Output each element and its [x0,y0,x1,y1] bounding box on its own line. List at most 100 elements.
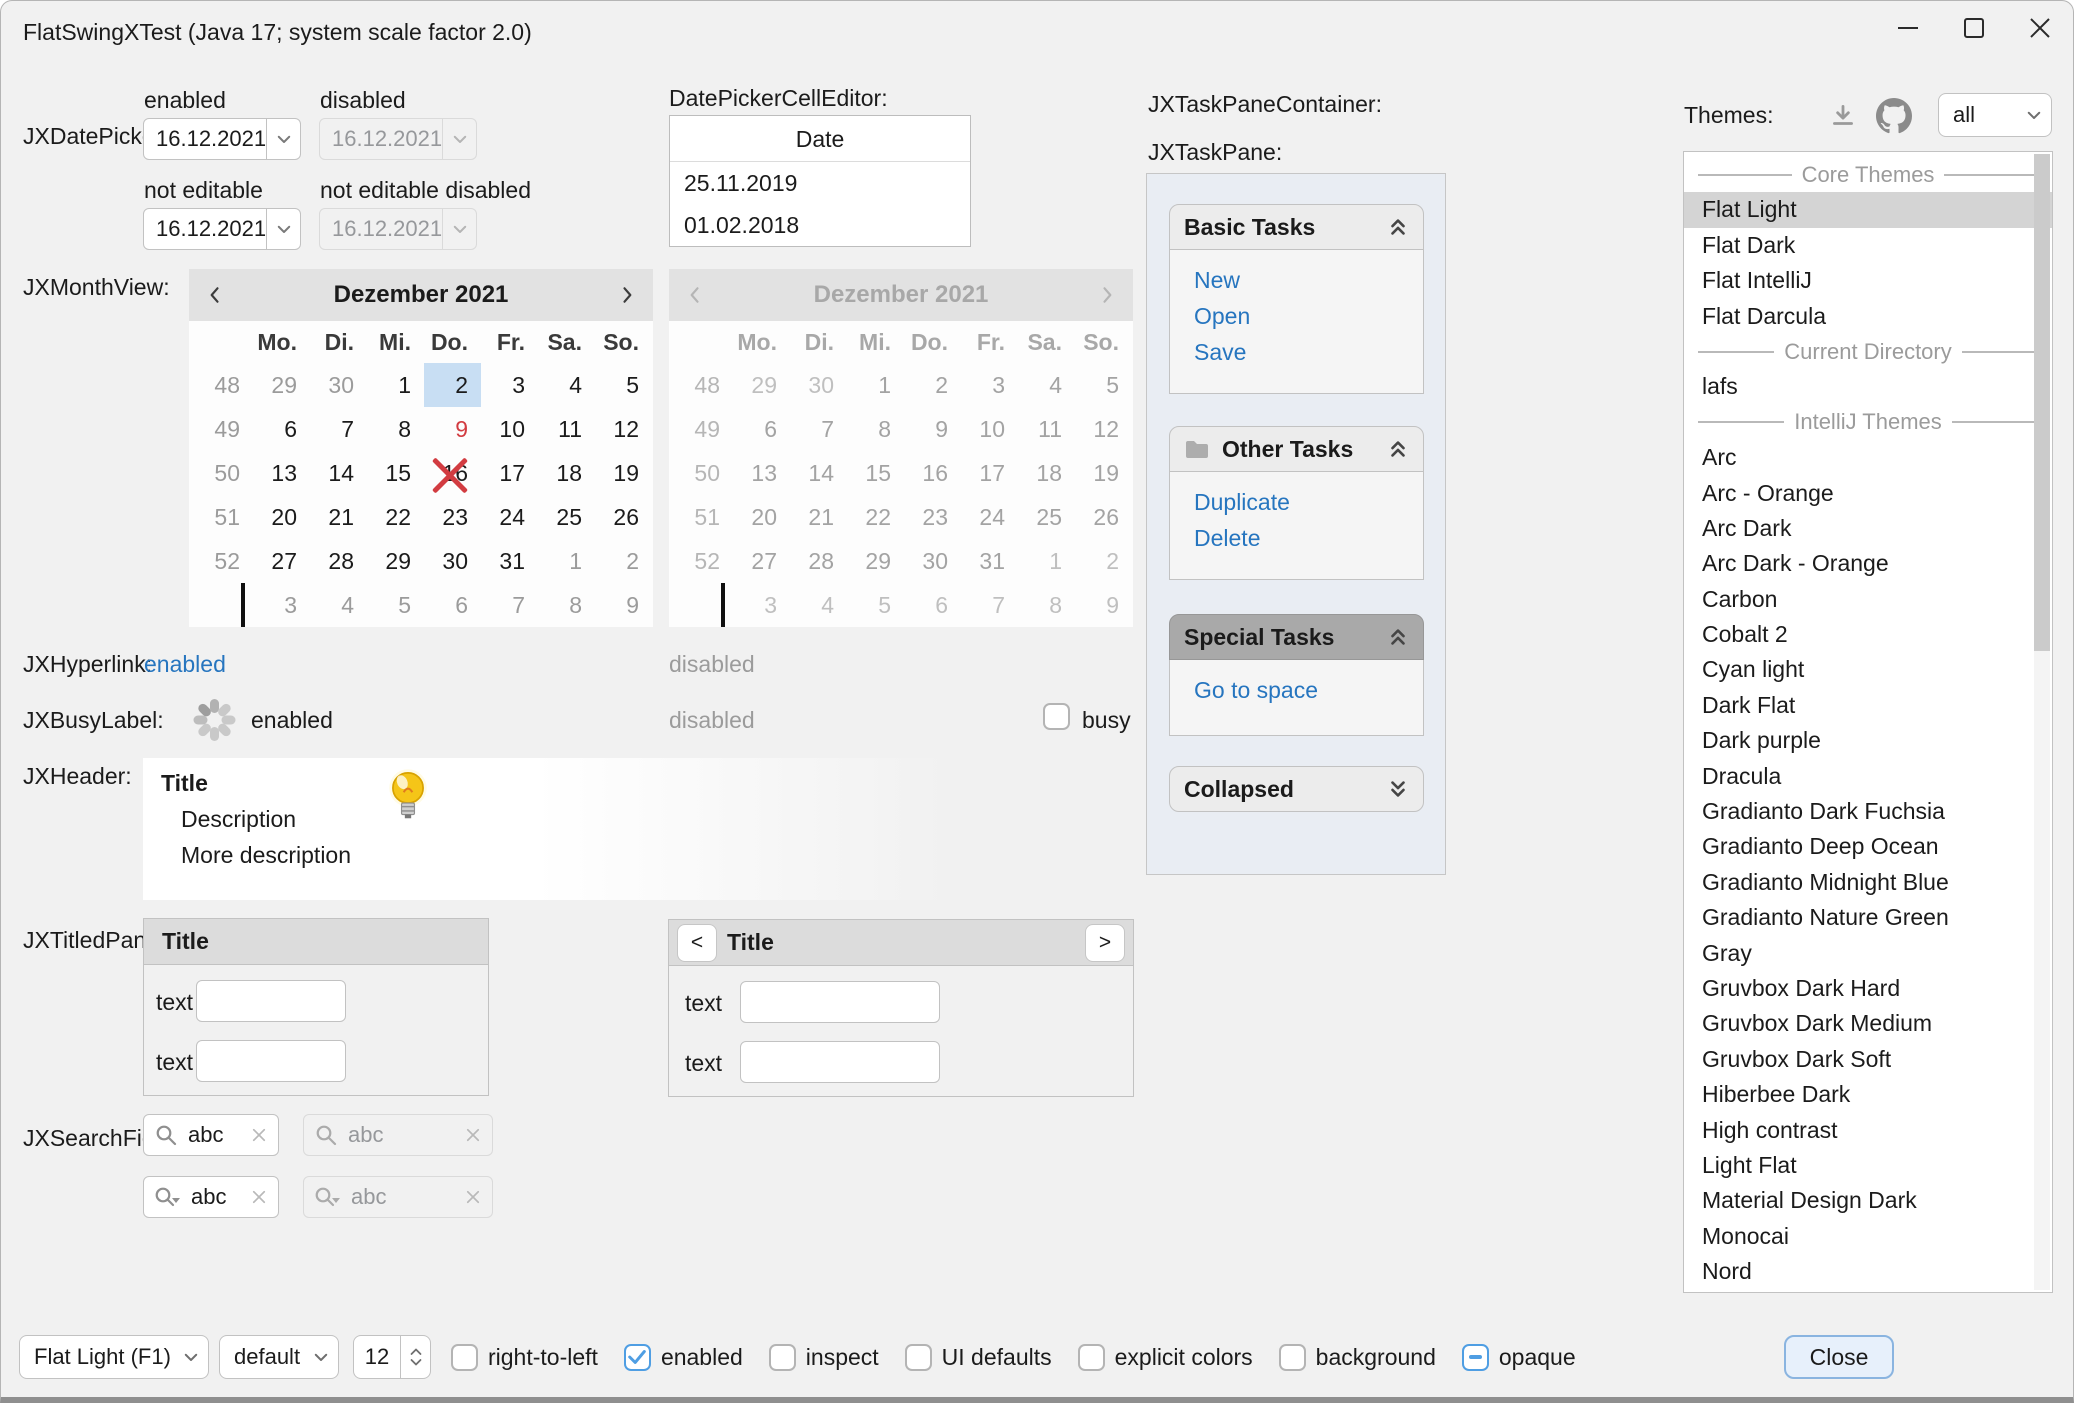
theme-list-item[interactable]: Flat Darcula [1684,299,2052,334]
day-cell[interactable]: 8 [538,583,595,627]
day-cell[interactable]: 7 [481,583,538,627]
checkbox-enabled[interactable] [624,1344,651,1371]
day-number[interactable]: 29 [271,372,297,399]
busy-checkbox[interactable] [1043,703,1070,730]
searchfield-dropdown-enabled[interactable]: abc [143,1176,279,1218]
datepicker-celleditor-table[interactable]: Date 25.11.201901.02.2018 [669,115,971,247]
close-button[interactable]: Close [1784,1335,1894,1379]
day-cell[interactable]: 22 [367,495,424,539]
chevron-down-icon[interactable] [266,209,300,249]
theme-list-item[interactable]: Material Design Dark [1684,1183,2052,1218]
taskpane-group-header[interactable]: Basic Tasks [1169,204,1424,250]
day-cell[interactable]: 3 [481,363,538,407]
day-cell[interactable]: 20 [253,495,310,539]
theme-list-item[interactable]: Light Flat [1684,1148,2052,1183]
day-number[interactable]: 10 [499,416,525,443]
day-cell[interactable]: 6 [424,583,481,627]
titledpanel-prev-button[interactable]: < [677,924,717,962]
theme-list-item[interactable]: Gradianto Midnight Blue [1684,865,2052,900]
taskpane-group-header[interactable]: Other Tasks [1169,426,1424,472]
day-cell[interactable]: 18 [538,451,595,495]
day-cell[interactable]: 25 [538,495,595,539]
day-number[interactable]: 27 [271,548,297,575]
hyperlink-enabled[interactable]: enabled [144,651,226,678]
theme-list-item[interactable]: High contrast [1684,1113,2052,1148]
day-cell[interactable]: 6 [253,407,310,451]
day-number[interactable]: 21 [328,504,354,531]
theme-list-item[interactable]: Carbon [1684,582,2052,617]
checkbox-explicit-colors[interactable] [1078,1344,1105,1371]
day-cell[interactable]: 1 [538,539,595,583]
day-cell[interactable]: 21 [310,495,367,539]
day-number[interactable]: 5 [626,372,639,399]
day-cell[interactable]: 11 [538,407,595,451]
day-number[interactable]: 19 [613,460,639,487]
day-cell[interactable]: 15 [367,451,424,495]
day-number[interactable]: 25 [556,504,582,531]
day-number[interactable]: 4 [569,372,582,399]
theme-filter-combobox[interactable]: all [1938,93,2052,137]
theme-list-item[interactable]: Arc - Orange [1684,476,2052,511]
day-number[interactable]: 30 [328,372,354,399]
day-number[interactable]: 22 [385,504,411,531]
day-number[interactable]: 7 [341,416,354,443]
checkbox-label[interactable]: UI defaults [942,1344,1052,1371]
day-number[interactable]: 8 [398,416,411,443]
chevron-down-icon[interactable] [266,119,300,159]
download-icon[interactable] [1828,101,1858,137]
date-column-header[interactable]: Date [670,116,970,162]
titledpanel-next-button[interactable]: > [1085,924,1125,962]
day-cell[interactable]: 23 [424,495,481,539]
day-number[interactable]: 9 [626,592,639,619]
day-cell[interactable]: 3 [253,583,310,627]
task-link[interactable]: Save [1194,334,1423,370]
theme-list-scrollbar[interactable] [2034,154,2050,1290]
titledpanel-right-field1[interactable] [740,981,940,1023]
theme-list-item[interactable]: Gradianto Nature Green [1684,900,2052,935]
titledpanel-right-field2[interactable] [740,1041,940,1083]
checkbox-ui-defaults[interactable] [905,1344,932,1371]
day-number[interactable]: 15 [385,460,411,487]
scrollbar-thumb[interactable] [2034,154,2050,651]
checkbox-right-to-left[interactable] [451,1344,478,1371]
day-number[interactable]: 26 [613,504,639,531]
search-text[interactable]: abc [191,1184,240,1210]
day-cell[interactable]: 26 [595,495,652,539]
busy-checkbox-label[interactable]: busy [1082,707,1131,734]
day-number[interactable]: 2 [455,372,468,399]
theme-list-item[interactable]: Cobalt 2 [1684,617,2052,652]
task-link[interactable]: Delete [1194,520,1423,556]
chevron-right-icon[interactable] [601,285,653,305]
day-number[interactable]: 20 [271,504,297,531]
theme-list-item[interactable]: Monocai [1684,1219,2052,1254]
day-number[interactable]: 3 [512,372,525,399]
day-number[interactable]: 1 [569,548,582,575]
searchfield-enabled[interactable]: abc [143,1114,279,1156]
day-cell[interactable]: 29 [253,363,310,407]
theme-list-item[interactable]: Dark purple [1684,723,2052,758]
checkbox-label[interactable]: enabled [661,1344,743,1371]
day-cell[interactable]: 12 [595,407,652,451]
theme-list-item[interactable]: Hiberbee Dark [1684,1077,2052,1112]
day-cell[interactable]: 16 [424,451,481,495]
close-icon[interactable] [2007,1,2073,55]
theme-list-item[interactable]: Gradianto Deep Ocean [1684,829,2052,864]
task-link[interactable]: New [1194,262,1423,298]
minimize-icon[interactable] [1875,1,1941,55]
chevron-left-icon[interactable] [189,285,241,305]
day-cell[interactable]: 10 [481,407,538,451]
day-cell[interactable]: 5 [367,583,424,627]
checkbox-label[interactable]: right-to-left [488,1344,598,1371]
day-cell[interactable]: 4 [310,583,367,627]
theme-list-item[interactable]: Cyan light [1684,652,2052,687]
checkbox-label[interactable]: explicit colors [1115,1344,1253,1371]
maximize-icon[interactable] [1941,1,2007,55]
laf-combobox[interactable]: Flat Light (F1) [19,1335,209,1379]
datepicker-enabled[interactable]: 16.12.2021 [143,118,301,160]
github-icon[interactable] [1876,98,1912,140]
day-number[interactable]: 8 [569,592,582,619]
theme-list-item[interactable]: Gruvbox Dark Soft [1684,1042,2052,1077]
double-chevron-up-icon[interactable] [1387,216,1409,238]
day-cell[interactable]: 19 [595,451,652,495]
day-cell[interactable]: 30 [310,363,367,407]
